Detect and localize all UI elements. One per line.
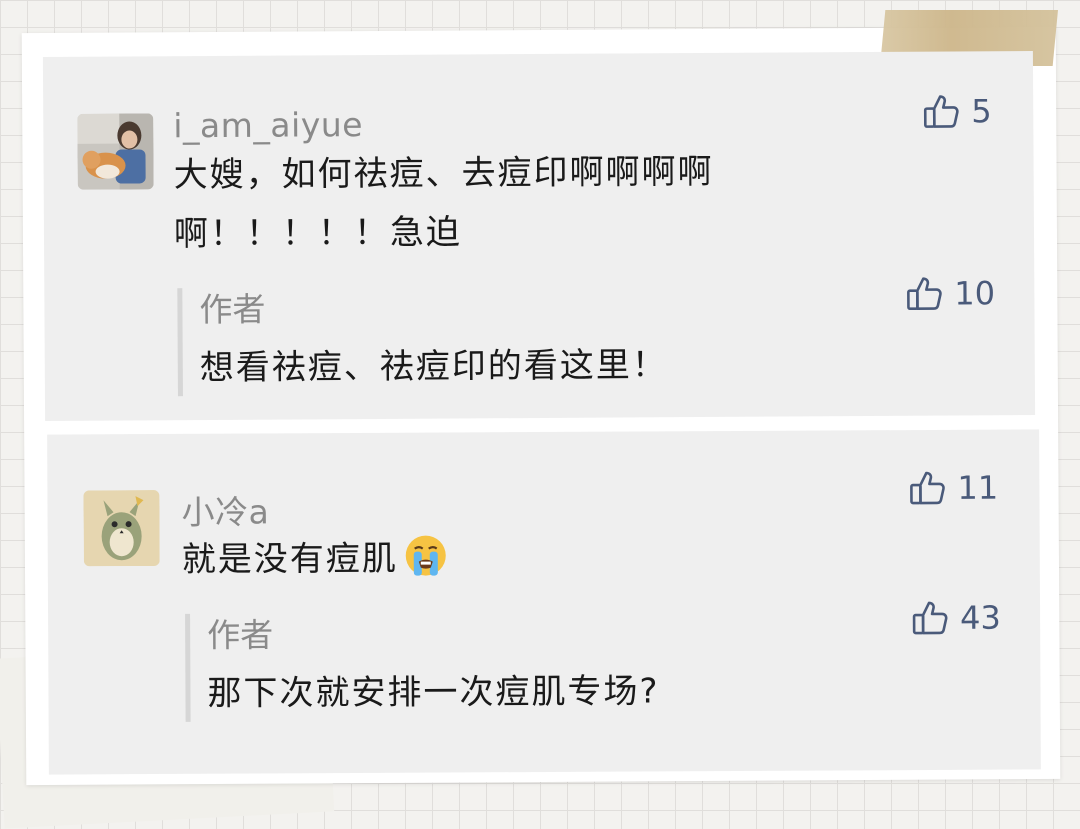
comment-text-line: 大嫂，如何祛痘、去痘印啊啊啊啊 bbox=[173, 151, 714, 196]
comment-text-line: 啊！！！！！急迫 bbox=[173, 212, 463, 255]
like-count: 10 bbox=[954, 274, 996, 313]
comment-username[interactable]: i_am_aiyue bbox=[173, 105, 363, 145]
like-count: 5 bbox=[971, 92, 992, 131]
reply-author: 作者 bbox=[199, 289, 266, 330]
thumbs-up-icon bbox=[923, 95, 959, 128]
comment-card: i_am_aiyue 大嫂，如何祛痘、去痘印啊啊啊啊 啊！！！！！急迫 5 作者… bbox=[42, 50, 1036, 422]
author-reply: 作者 想看祛痘、祛痘印的看这里！ bbox=[177, 284, 760, 397]
like-count: 11 bbox=[957, 468, 999, 507]
like-button[interactable]: 11 bbox=[907, 468, 998, 508]
like-count: 43 bbox=[959, 598, 1001, 637]
comment-text-content: 就是没有痘肌 bbox=[181, 538, 398, 580]
thumbs-up-icon bbox=[912, 601, 948, 635]
comment-card: 小冷a 就是没有痘肌 11 作者 那下次就安排一次痘肌专场? 43 bbox=[47, 429, 1041, 775]
comment-text: 就是没有痘肌 bbox=[182, 528, 822, 590]
avatar[interactable] bbox=[83, 490, 160, 567]
comment-text: 大嫂，如何祛痘、去痘印啊啊啊啊 啊！！！！！急迫 bbox=[173, 142, 814, 264]
reply-like-button[interactable]: 43 bbox=[910, 598, 1001, 638]
comment-username[interactable]: 小冷a bbox=[181, 485, 269, 533]
reply-text: 那下次就安排一次痘肌专场? bbox=[207, 671, 660, 714]
reply-text: 想看祛痘、祛痘印的看这里！ bbox=[199, 345, 668, 389]
thumbs-up-icon bbox=[907, 277, 942, 311]
like-button[interactable]: 5 bbox=[921, 91, 992, 131]
reply-like-button[interactable]: 10 bbox=[904, 273, 995, 314]
avatar[interactable] bbox=[77, 113, 154, 190]
author-reply: 作者 那下次就安排一次痘肌专场? bbox=[185, 610, 788, 722]
loudly-crying-face-icon bbox=[405, 535, 446, 576]
thumbs-up-icon bbox=[910, 471, 945, 505]
reply-author: 作者 bbox=[207, 615, 274, 655]
